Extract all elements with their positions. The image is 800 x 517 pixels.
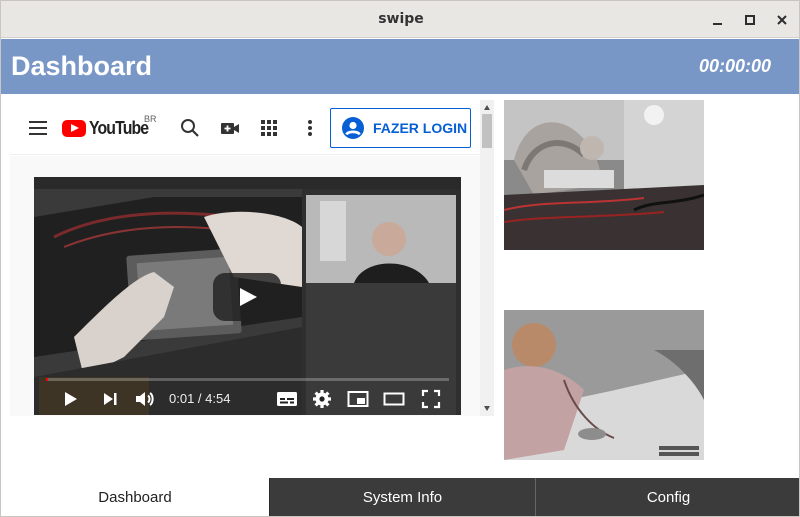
window-titlebar: swipe [1, 1, 799, 38]
dashboard-header: Dashboard 00:00:00 [1, 39, 799, 94]
miniplayer-icon [347, 391, 369, 407]
app-window: swipe Dashboard 00:00:00 YouTube BR FAZE… [0, 0, 800, 517]
menu-button[interactable] [26, 116, 50, 140]
fullscreen-icon [421, 389, 441, 409]
apps-grid-icon [261, 120, 277, 136]
embedded-browser: YouTube BR FAZER LOGIN 0:01 / 4:54 [10, 100, 494, 416]
camera-feed-2[interactable] [504, 310, 704, 460]
camera-feed-1[interactable] [504, 100, 704, 250]
progress-fill [46, 378, 48, 381]
bottom-navigation: Dashboard System Info Config [1, 478, 799, 516]
scroll-thumb[interactable] [482, 114, 492, 148]
close-button[interactable] [772, 10, 792, 30]
maximize-button[interactable] [740, 10, 760, 30]
next-icon [104, 393, 117, 405]
apps-button[interactable] [257, 116, 281, 140]
maximize-icon [745, 15, 755, 25]
theater-button[interactable] [382, 387, 406, 411]
login-label: FAZER LOGIN [373, 120, 468, 136]
minimize-icon [713, 23, 722, 25]
search-button[interactable] [178, 116, 202, 140]
play-icon [65, 392, 77, 406]
play-button[interactable] [58, 387, 82, 411]
miniplayer-button[interactable] [346, 387, 370, 411]
menu-icon [29, 121, 47, 135]
fullscreen-button[interactable] [419, 387, 443, 411]
account-icon [342, 117, 364, 139]
subtitles-icon [277, 392, 297, 406]
close-icon [777, 15, 787, 25]
more-vert-icon [308, 120, 312, 136]
tab-system-info[interactable]: System Info [269, 478, 535, 516]
youtube-topbar: YouTube BR FAZER LOGIN [10, 100, 480, 155]
video-player[interactable]: 0:01 / 4:54 [34, 177, 461, 415]
youtube-logo-text: YouTube [89, 117, 149, 138]
settings-button[interactable] [310, 387, 334, 411]
timer-display: 00:00:00 [698, 56, 771, 76]
big-play-button[interactable] [213, 273, 281, 321]
progress-bar[interactable] [46, 378, 449, 381]
youtube-play-logo-icon [62, 119, 86, 137]
minimize-button[interactable] [708, 10, 728, 30]
player-timecode: 0:01 / 4:54 [169, 391, 231, 406]
country-code: BR [144, 114, 157, 124]
page-title: Dashboard [11, 51, 153, 81]
youtube-logo[interactable]: YouTube BR [62, 114, 157, 139]
player-controls: 0:01 / 4:54 [34, 383, 461, 415]
create-video-icon [221, 123, 239, 134]
next-button[interactable] [98, 387, 122, 411]
embed-scrollbar[interactable] [480, 100, 494, 416]
volume-icon [136, 392, 154, 406]
search-icon [181, 119, 199, 137]
settings-icon [313, 390, 331, 408]
tab-dashboard[interactable]: Dashboard [1, 478, 269, 516]
window-title: swipe [378, 11, 424, 27]
scroll-up-icon[interactable] [484, 105, 490, 110]
login-button[interactable]: FAZER LOGIN [330, 108, 471, 148]
create-button[interactable] [218, 116, 242, 140]
subtitles-button[interactable] [275, 387, 299, 411]
scroll-down-icon[interactable] [484, 406, 490, 411]
tab-config[interactable]: Config [535, 478, 799, 516]
more-button[interactable] [298, 116, 322, 140]
volume-button[interactable] [133, 387, 157, 411]
theater-icon [383, 392, 405, 406]
